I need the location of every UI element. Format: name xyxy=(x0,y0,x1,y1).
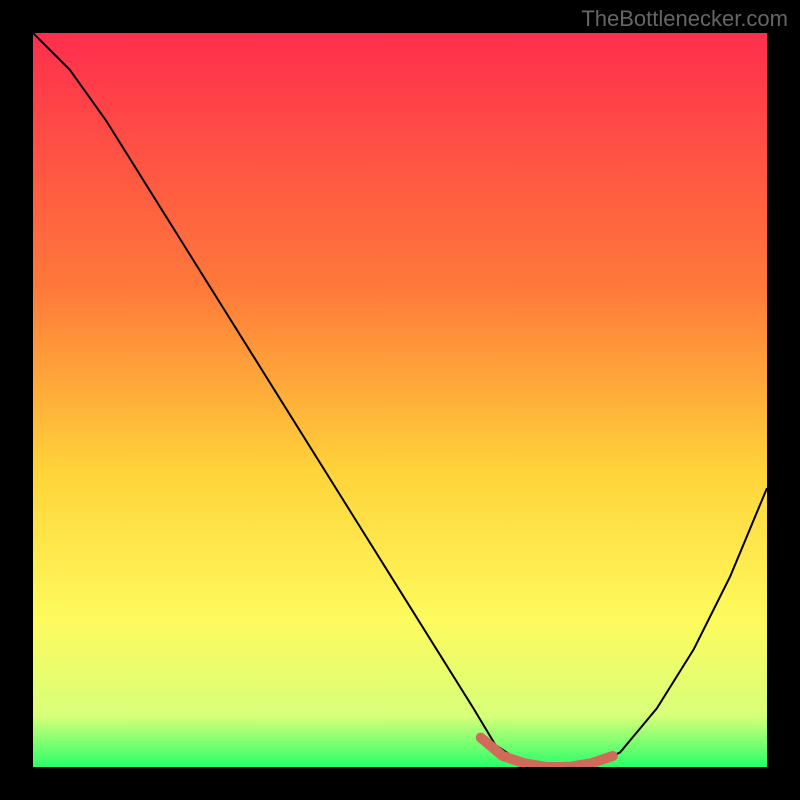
chart-svg xyxy=(33,33,767,767)
watermark-text: TheBottlenecker.com xyxy=(581,6,788,32)
bottleneck-curve xyxy=(33,33,767,767)
plot-area xyxy=(33,33,767,767)
sweet-spot-highlight xyxy=(481,738,613,767)
